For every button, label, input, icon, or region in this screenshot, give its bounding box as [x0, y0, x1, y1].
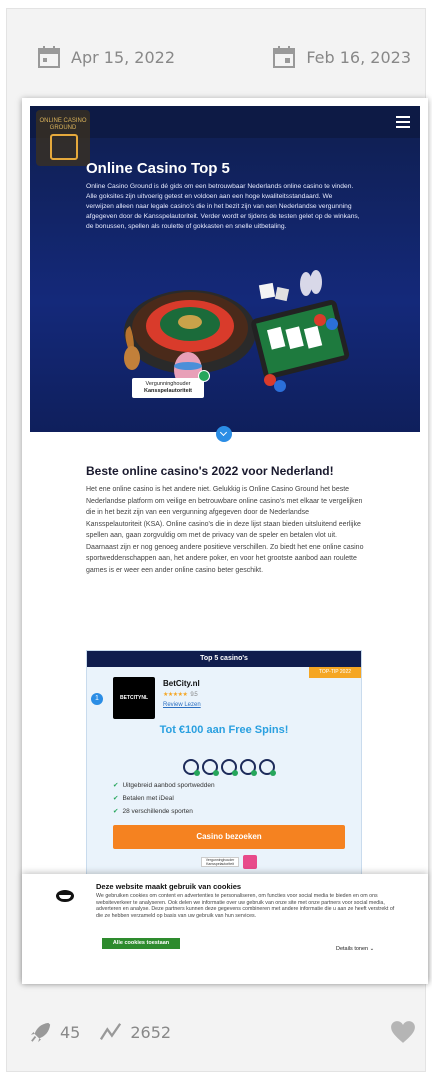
dates-row: Apr 15, 2022 Feb 16, 2023 [37, 37, 411, 77]
bonus-text: Tot €100 aan Free Spins! [159, 724, 289, 736]
hero-section: ONLINE CASINO GROUND Online Casino Top 5… [30, 106, 420, 432]
ksa-badge-line2: Kansspelautoriteit [144, 388, 192, 394]
views-stat: 2652 [100, 1021, 171, 1043]
content-body: Het ene online casino is het andere niet… [86, 486, 364, 574]
logo-text: ONLINE CASINO GROUND [39, 118, 87, 131]
calendar-edit-icon [273, 46, 296, 68]
feature-item: 28 verschillende sporten [113, 807, 192, 815]
cookie-banner: Deze website maakt gebruik van cookies W… [22, 874, 428, 984]
cookie-title: Deze website maakt gebruik van cookies [96, 882, 242, 891]
slot-machine-icon [202, 759, 219, 776]
rocket-icon [30, 1022, 51, 1043]
cookie-text: We gebruiken cookies om content en adver… [96, 893, 395, 919]
top5-widget: Top 5 casino's TOP-TIP 2022 1 BETCITYNL … [86, 650, 362, 876]
feature-icons [183, 759, 276, 776]
trend-icon [100, 1023, 122, 1040]
rating-stars: ★★★★★ 9.5 [163, 691, 198, 698]
ksa-badge-line1: Vergunninghouder [145, 381, 191, 387]
created-date: Apr 15, 2022 [37, 45, 175, 69]
rank-badge: 1 [91, 693, 103, 705]
created-date-text: Apr 15, 2022 [71, 47, 176, 67]
ksa-mini-badge: Vergunninghouder Kansspelautoriteit [201, 857, 239, 867]
content-section: Beste online casino's 2022 voor Nederlan… [86, 464, 366, 576]
scroll-down-icon[interactable] [216, 426, 232, 442]
ksa-badge: Vergunninghouder Kansspelautoriteit [132, 378, 204, 398]
betcity-logo[interactable]: BETCITYNL [113, 677, 155, 719]
website-screenshot[interactable]: ONLINE CASINO GROUND Online Casino Top 5… [22, 98, 428, 984]
content-heading: Beste online casino's 2022 voor Nederlan… [86, 464, 334, 478]
rating-value: 9.5 [190, 692, 198, 698]
launches-stat: 45 [30, 1021, 80, 1043]
sports-ball-icon [183, 759, 200, 776]
casino-name: BetCity.nl [163, 679, 200, 688]
menu-icon[interactable] [396, 116, 410, 128]
updated-date: Feb 16, 2023 [272, 45, 411, 69]
roulette-icon [259, 759, 276, 776]
stars-glyphs: ★★★★★ [163, 692, 188, 698]
check-badge-icon [198, 370, 210, 382]
top5-header: Top 5 casino's [87, 651, 361, 667]
review-link[interactable]: Review Lezen [163, 702, 201, 708]
site-logo[interactable]: ONLINE CASINO GROUND [36, 110, 90, 166]
feature-item: Betalen met iDeal [113, 794, 173, 802]
views-count: 2652 [130, 1022, 172, 1042]
hero-title: Online Casino Top 5 [86, 160, 230, 177]
cards-icon [221, 759, 238, 776]
age-badge-icon [243, 855, 257, 869]
allow-cookies-button[interactable]: Alle cookies toestaan [102, 938, 180, 949]
cookie-logo-icon [56, 890, 74, 902]
calendar-icon [38, 46, 60, 68]
logo-frame-icon [50, 134, 78, 160]
details-toggle[interactable]: Details tonen ⌄ [336, 946, 374, 952]
stats-row: 45 2652 [30, 1018, 416, 1046]
hero-intro: Online Casino Ground is dé gids om een b… [86, 183, 360, 230]
casino-visit-button[interactable]: Casino bezoeken [113, 825, 345, 849]
live-dealer-icon [240, 759, 257, 776]
heart-icon[interactable] [390, 1020, 416, 1044]
top-tip-tag: TOP-TIP 2022 [309, 667, 361, 678]
feature-item: Uitgebreid aanbod sportwedden [113, 781, 214, 789]
launches-count: 45 [60, 1022, 81, 1042]
updated-date-text: Feb 16, 2023 [306, 47, 411, 67]
